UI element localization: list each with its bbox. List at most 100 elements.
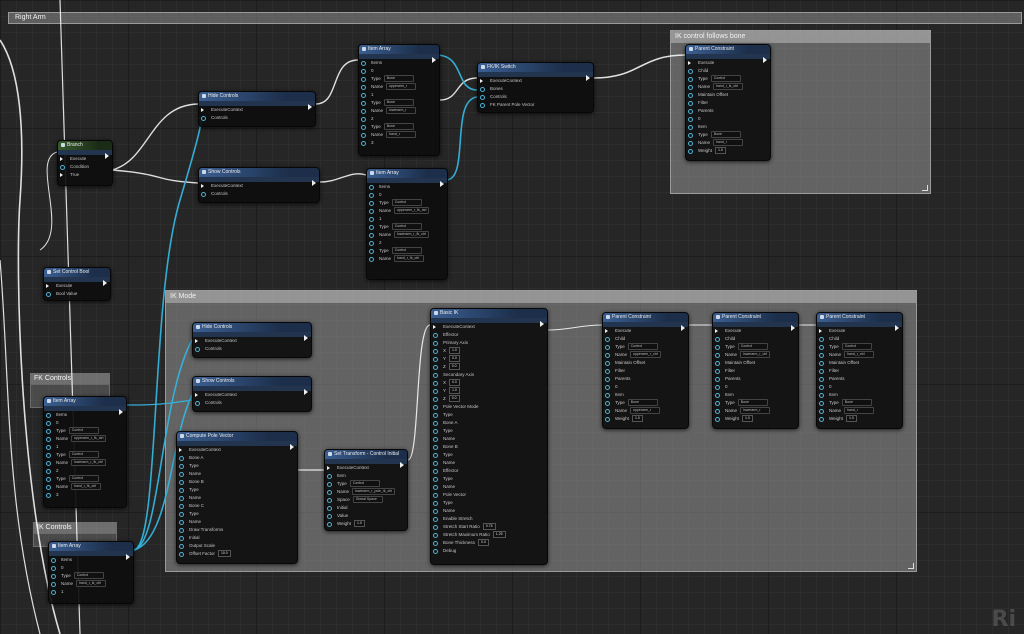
data-pin-icon[interactable] — [433, 373, 438, 378]
value-field[interactable]: upperarm_r_ctrl — [630, 351, 661, 359]
data-wire[interactable] — [124, 399, 193, 406]
pin-row[interactable]: X 1.0 — [431, 347, 547, 355]
pin-row[interactable]: Execute — [58, 155, 112, 163]
pin-row[interactable]: Type Control — [367, 223, 447, 231]
value-field[interactable]: Control — [841, 343, 872, 351]
value-field[interactable]: 0.0 — [448, 395, 460, 403]
data-pin-icon[interactable] — [605, 393, 610, 398]
data-pin-icon[interactable] — [179, 504, 184, 509]
pin-row[interactable]: Filter — [686, 99, 770, 107]
pin-row[interactable]: Filter — [603, 367, 688, 375]
pin-row[interactable]: Z 0.0 — [431, 363, 547, 371]
pin-row[interactable]: Type Bone — [603, 399, 688, 407]
value-field[interactable]: 1.0 — [631, 415, 643, 423]
pin-row[interactable]: 2 — [367, 239, 447, 247]
exec-out-pin-icon[interactable] — [103, 280, 107, 286]
data-pin-icon[interactable] — [605, 337, 610, 342]
data-pin-icon[interactable] — [688, 117, 693, 122]
data-pin-icon[interactable] — [46, 445, 51, 450]
pin-row[interactable]: Type — [431, 451, 547, 459]
pin-row[interactable]: Draw Transforms — [177, 526, 297, 534]
pin-row[interactable]: Parents — [817, 375, 902, 383]
pin-row[interactable]: Type — [431, 427, 547, 435]
data-pin-icon[interactable] — [179, 488, 184, 493]
node-hide-controls-b[interactable]: Show Controls ExecuteContext Controls — [198, 167, 320, 203]
pin-row[interactable]: Type — [177, 510, 297, 518]
value-field[interactable]: upperarm_r_fk_ctrl — [394, 207, 430, 215]
node-pc-b[interactable]: Parent Constraint Execute Child Type Control… — [712, 312, 799, 429]
data-pin-icon[interactable] — [369, 233, 374, 238]
data-pin-icon[interactable] — [819, 409, 824, 414]
data-pin-icon[interactable] — [433, 461, 438, 466]
pin-row[interactable]: Maintain Offset — [603, 359, 688, 367]
pin-row[interactable]: Effector — [431, 467, 547, 475]
data-pin-icon[interactable] — [605, 377, 610, 382]
pin-row[interactable]: Type Control — [713, 343, 798, 351]
node-title[interactable]: FK/IK Switch — [478, 63, 593, 72]
exec-out-pin-icon[interactable] — [895, 325, 899, 331]
data-pin-icon[interactable] — [715, 377, 720, 382]
node-item-array-top[interactable]: Item Array Items 0 Type Bone Name upperarm_r 1 T… — [358, 44, 440, 156]
value-field[interactable]: lowerarm_r_ctrl — [740, 351, 771, 359]
node-fk-ik-switch[interactable]: FK/IK Switch ExecuteContext Bones Controls F… — [477, 62, 594, 113]
value-field[interactable]: hand_r_ctrl — [844, 351, 875, 359]
pin-row[interactable]: Type Bone — [817, 399, 902, 407]
value-field[interactable]: lowerarm_r — [740, 407, 771, 415]
node-pc-a[interactable]: Parent Constraint Execute Child Type Control… — [602, 312, 689, 429]
data-pin-icon[interactable] — [688, 149, 693, 154]
data-pin-icon[interactable] — [361, 125, 366, 130]
pin-row[interactable]: Type — [177, 462, 297, 470]
value-field[interactable]: Control — [737, 343, 768, 351]
data-pin-icon[interactable] — [433, 445, 438, 450]
pin-row[interactable]: Name lowerarm_r — [713, 407, 798, 415]
pin-row[interactable]: Name hand_r — [686, 139, 770, 147]
data-pin-icon[interactable] — [179, 512, 184, 517]
pin-row[interactable]: Name hand_r_ik_ctrl — [49, 580, 133, 588]
data-pin-icon[interactable] — [605, 353, 610, 358]
data-pin-icon[interactable] — [433, 477, 438, 482]
exec-out-pin-icon[interactable] — [119, 409, 123, 415]
value-field[interactable]: Bone — [383, 123, 414, 131]
value-field[interactable]: Control — [391, 247, 422, 255]
data-pin-icon[interactable] — [688, 101, 693, 106]
node-basic-ik[interactable]: Basic IK ExecuteContext Effector Primary Ax… — [430, 308, 548, 565]
data-pin-icon[interactable] — [433, 413, 438, 418]
pin-row[interactable]: Bone B — [177, 478, 297, 486]
pin-row[interactable]: Pole Vector Mode — [431, 403, 547, 411]
data-pin-icon[interactable] — [369, 249, 374, 254]
pin-row[interactable]: Y 1.0 — [431, 387, 547, 395]
pin-row[interactable]: Type — [431, 475, 547, 483]
pin-row[interactable]: Items — [367, 183, 447, 191]
pin-row[interactable]: Item — [686, 123, 770, 131]
pin-row[interactable]: Items — [49, 556, 133, 564]
pin-row[interactable]: Name upperarm_r_fk_ctrl — [367, 207, 447, 215]
data-pin-icon[interactable] — [51, 558, 56, 563]
value-field[interactable]: lowerarm_r_pole_ik_ctrl — [352, 488, 396, 496]
pin-row[interactable]: Bones — [478, 85, 593, 93]
pin-row[interactable]: Item — [817, 391, 902, 399]
value-field[interactable]: Control — [68, 427, 99, 435]
pin-row[interactable]: Debug — [431, 547, 547, 555]
data-pin-icon[interactable] — [179, 472, 184, 477]
pin-row[interactable]: 0 — [367, 191, 447, 199]
data-pin-icon[interactable] — [605, 345, 610, 350]
value-field[interactable]: 0.75 — [482, 523, 496, 531]
data-pin-icon[interactable] — [715, 401, 720, 406]
pin-row[interactable]: True — [58, 171, 112, 179]
node-ik-show[interactable]: Show Controls ExecuteContext Controls — [192, 376, 312, 412]
exec-out-pin-icon[interactable] — [105, 153, 109, 159]
value-field[interactable]: Control — [349, 480, 380, 488]
pin-row[interactable]: Bone A — [177, 454, 297, 462]
data-pin-icon[interactable] — [361, 133, 366, 138]
pin-row[interactable]: Name hand_r_fk_ctrl — [44, 483, 126, 491]
value-field[interactable]: hand_r_ik_ctrl — [713, 83, 744, 91]
exec-pin-icon[interactable] — [605, 329, 608, 333]
data-pin-icon[interactable] — [46, 477, 51, 482]
pin-row[interactable]: Item — [603, 391, 688, 399]
node-title[interactable]: Parent Constraint — [686, 45, 770, 54]
value-field[interactable]: Global Space — [352, 496, 383, 504]
value-field[interactable]: upperarm_r_fk_ctrl — [71, 435, 107, 443]
pin-row[interactable]: Execute — [686, 59, 770, 67]
pin-row[interactable]: Item — [713, 391, 798, 399]
exec-out-pin-icon[interactable] — [308, 104, 312, 110]
